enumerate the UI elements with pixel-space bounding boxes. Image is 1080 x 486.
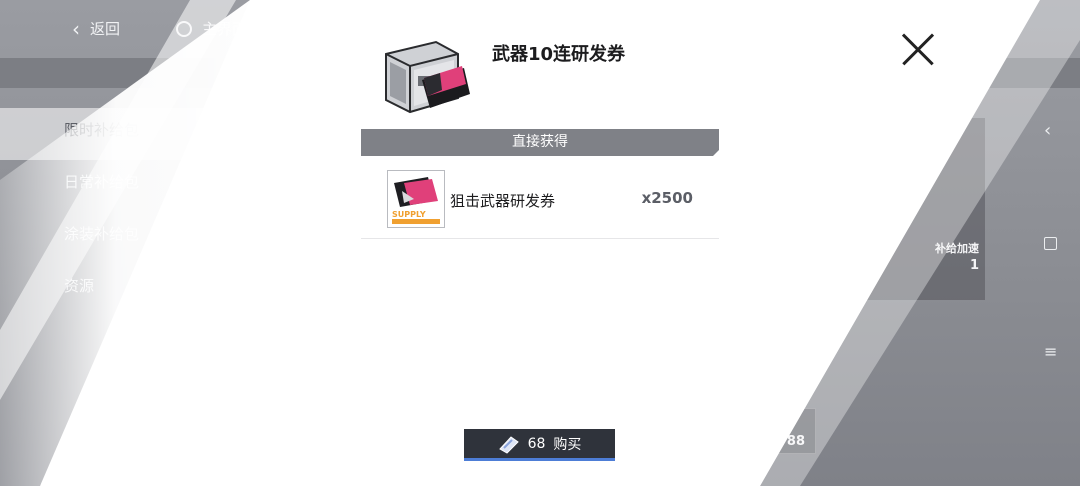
section-header-label: 直接获得: [512, 134, 568, 150]
close-button[interactable]: [900, 32, 936, 68]
right-card-subtitle: 补给加速: [935, 242, 979, 255]
side-item-daily[interactable]: 日常补给包: [0, 160, 300, 212]
bg-card-price: 88: [786, 434, 805, 449]
side-menu: 限时补给包 日常补给包 涂装补给包 资源: [0, 108, 300, 316]
right-card-price: 1: [969, 258, 979, 273]
bg-card-2[interactable]: 武器10连研发券 x2500: [316, 408, 466, 454]
side-item-label: 限时补给包: [64, 121, 140, 139]
pen-currency-icon: [875, 20, 891, 36]
reward-icon-frame: SUPPLY: [387, 170, 445, 228]
bg-card-price: 68: [618, 434, 637, 449]
ticket-currency-icon: [498, 435, 519, 454]
popup-title: 武器10连研发券: [492, 44, 626, 65]
nav-home-icon[interactable]: [1044, 237, 1057, 250]
back-label: 返回: [90, 20, 121, 38]
bg-card-3[interactable]: 68: [616, 408, 648, 454]
buy-price: 68: [527, 435, 546, 452]
right-offer-card[interactable]: 限时补给2000 补给加速 1: [820, 118, 985, 300]
svg-text:SUPPLY: SUPPLY: [392, 210, 426, 219]
bg-card-4[interactable]: 涂装10连补给包 88: [658, 408, 816, 454]
bg-card-tag: 限时: [171, 432, 198, 447]
supply-ticket-icon: SUPPLY: [388, 171, 444, 227]
bg-card-title: 涂装10连补给包: [693, 419, 781, 433]
nav-back-icon[interactable]: ‹: [1044, 120, 1051, 141]
section-header: 直接获得: [361, 129, 719, 156]
home-circle-icon: [176, 20, 192, 37]
reward-quantity: x2500: [641, 189, 693, 207]
weapon-supply-box-icon: [385, 40, 470, 114]
buy-button[interactable]: 68 购买: [464, 429, 615, 461]
reward-name: 狙击武器研发券: [450, 192, 556, 210]
system-nav-bar: ‹ ≡: [1030, 0, 1080, 486]
side-item-limited[interactable]: 限时补给包: [0, 108, 300, 160]
bg-card-title: 武器10连研发券 x2500: [326, 419, 456, 433]
ticket-currency-icon: [973, 19, 991, 36]
bg-card-1[interactable]: 武器补给 限时 98: [160, 408, 302, 454]
reward-row: SUPPLY 狙击武器研发券 x2500: [361, 160, 719, 239]
side-item-label: 资源: [64, 277, 95, 295]
back-button[interactable]: ‹ 返回: [72, 18, 120, 39]
buy-label: 购买: [553, 436, 582, 453]
side-item-label: 涂装补给包: [64, 225, 140, 243]
right-card-title: 限时补给2000: [830, 126, 909, 140]
side-item-resource[interactable]: 资源: [0, 264, 300, 316]
home-label: 主界面: [202, 20, 248, 38]
home-button[interactable]: 主界面: [176, 18, 247, 39]
bg-card-price: 98: [272, 434, 291, 449]
chevron-left-icon: ‹: [72, 16, 80, 41]
nav-menu-icon[interactable]: ≡: [1044, 342, 1057, 361]
currency-ticket: 0: [972, 17, 1012, 37]
recharge-label: 充值: [950, 66, 977, 81]
currency-ticket-value: 0: [1002, 18, 1013, 36]
side-item-label: 日常补给包: [64, 173, 140, 191]
side-item-skin[interactable]: 涂装补给包: [0, 212, 300, 264]
